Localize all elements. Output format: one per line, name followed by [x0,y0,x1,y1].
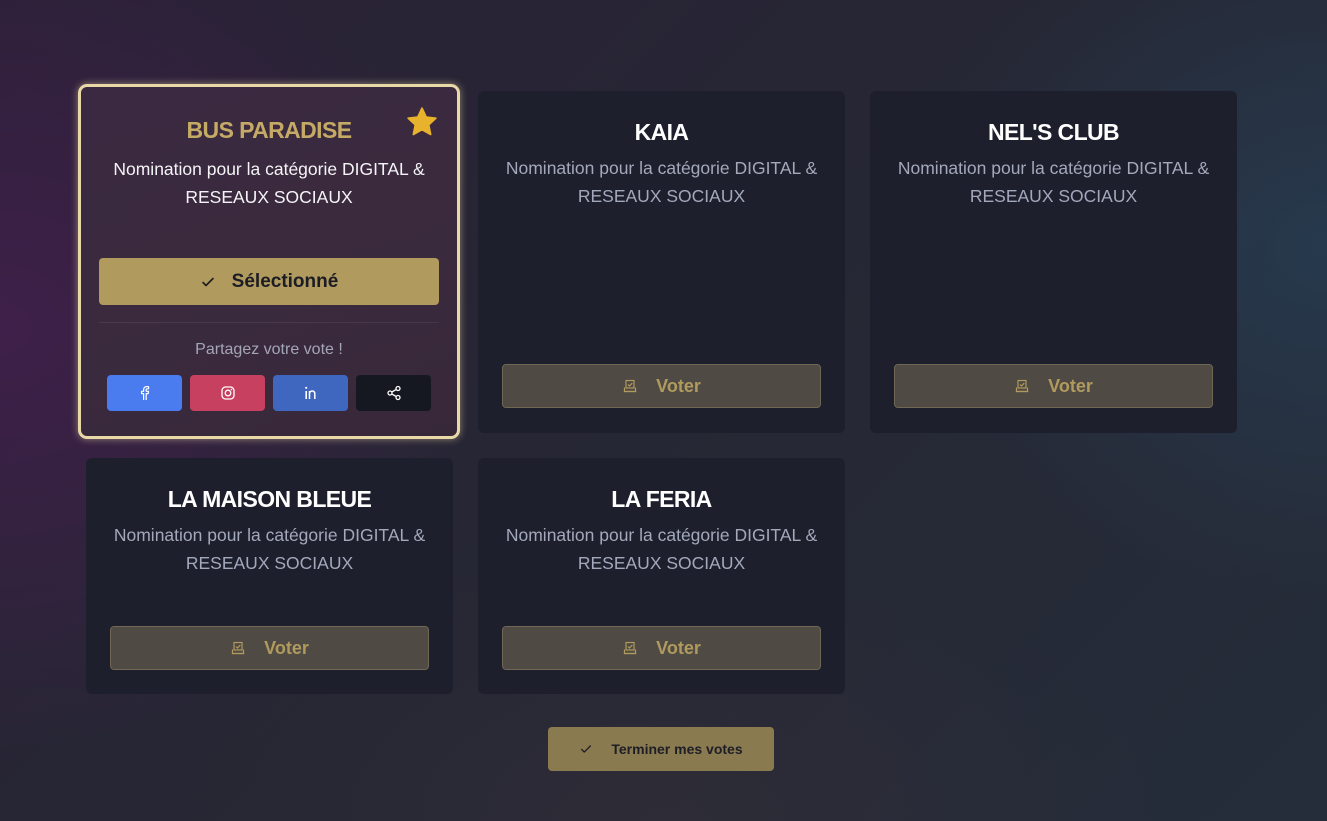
facebook-icon [140,386,149,400]
selected-button-label: Sélectionné [231,270,339,292]
check-icon [581,745,592,753]
linkedin-icon [304,386,316,399]
vote-button[interactable]: Voter [894,364,1213,408]
instagram-icon [220,386,235,400]
nominee-name: BUS PARADISE [186,117,353,143]
nominee-card-bus-paradise[interactable]: BUS PARADISE Nomination pour la catégori… [78,84,460,439]
ballot-box-icon [623,641,637,655]
ballot-box-icon [623,379,637,393]
share-facebook-button[interactable] [107,375,182,411]
finish-votes-button[interactable]: Terminer mes votes [548,727,774,771]
vote-button-label: Voter [656,375,701,396]
nominee-card-la-maison-bleue: LA MAISON BLEUE Nomination pour la catég… [86,458,453,694]
share-label: Partagez votre vote ! [195,341,343,358]
vote-button-label: Voter [264,637,309,658]
divider [99,322,439,323]
vote-button[interactable]: Voter [110,626,429,670]
ballot-box-icon [231,641,245,655]
check-icon [201,277,214,286]
nominee-name: LA FERIA [611,486,712,512]
vote-button[interactable]: Voter [502,364,821,408]
nominee-card-nels-club: NEL'S CLUB Nomination pour la catégorie … [870,91,1237,433]
vote-button[interactable]: Voter [502,626,821,670]
share-buttons [107,375,431,411]
vote-button-label: Voter [1048,375,1093,396]
nominee-description: Nomination pour la catégorie DIGITAL & R… [505,525,818,573]
nominee-card-kaia: KAIA Nomination pour la catégorie DIGITA… [478,91,845,433]
nominee-description: Nomination pour la catégorie DIGITAL & R… [113,159,425,207]
share-icon [386,385,401,401]
ballot-box-icon [1015,379,1029,393]
nominee-name: NEL'S CLUB [987,119,1120,145]
share-more-button[interactable] [356,375,431,411]
share-instagram-button[interactable] [190,375,265,411]
nominee-description: Nomination pour la catégorie DIGITAL & R… [505,158,818,206]
nominee-description: Nomination pour la catégorie DIGITAL & R… [897,158,1210,206]
vote-button-label: Voter [656,637,701,658]
selected-button[interactable]: Sélectionné [99,258,439,305]
nominee-card-la-feria: LA FERIA Nomination pour la catégorie DI… [478,458,845,694]
share-linkedin-button[interactable] [273,375,348,411]
nominee-name: LA MAISON BLEUE [167,486,372,512]
finish-votes-label: Terminer mes votes [611,741,743,757]
nominee-name: KAIA [634,119,689,145]
nominee-description: Nomination pour la catégorie DIGITAL & R… [113,525,426,573]
